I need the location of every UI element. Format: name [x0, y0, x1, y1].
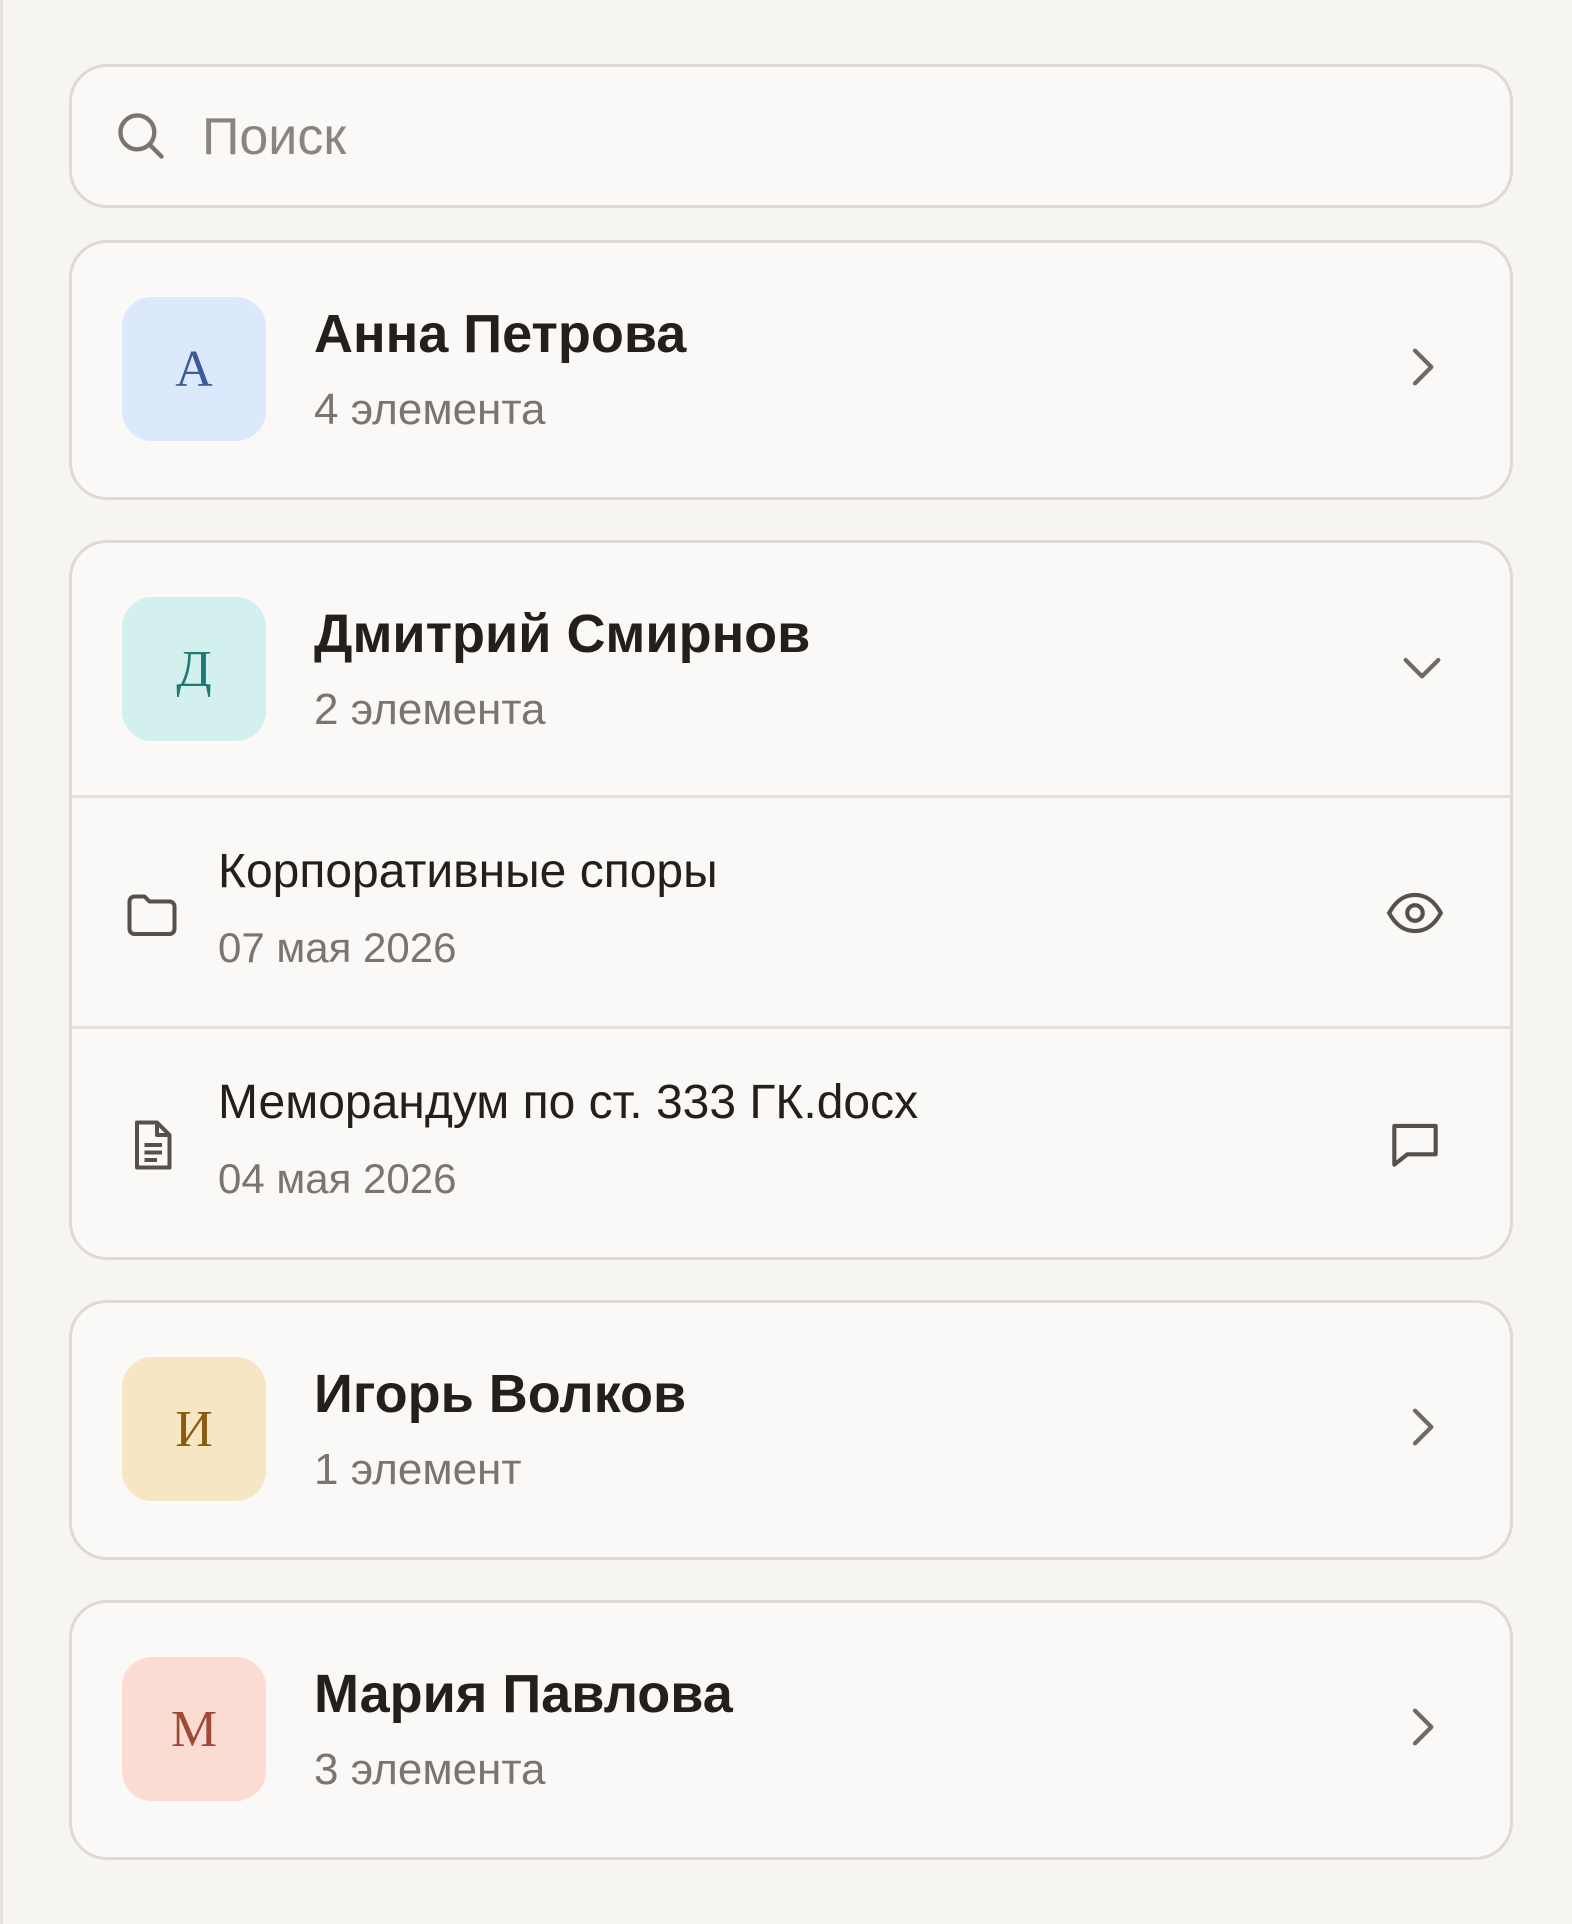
- chevron-down-icon[interactable]: [1394, 639, 1450, 695]
- client-header[interactable]: И Игорь Волков 1 элемент: [72, 1303, 1510, 1555]
- client-name: Анна Петрова: [314, 304, 687, 364]
- item-date: 07 мая 2026: [218, 924, 457, 971]
- client-card[interactable]: И Игорь Волков 1 элемент: [69, 1300, 1513, 1560]
- item-date: 04 мая 2026: [218, 1155, 457, 1202]
- folder-icon: [122, 884, 182, 944]
- clients-panel: А Анна Петрова 4 элемента Д Дмитрий Смир…: [0, 0, 1572, 1924]
- item-count: 3 элемента: [314, 1745, 546, 1794]
- item-count: 4 элемента: [314, 385, 546, 434]
- avatar: И: [122, 1357, 266, 1501]
- client-name: Мария Павлова: [314, 1664, 733, 1724]
- avatar: М: [122, 1657, 266, 1801]
- client-card[interactable]: А Анна Петрова 4 элемента: [69, 240, 1513, 500]
- search-bar[interactable]: [69, 64, 1513, 208]
- chevron-right-icon[interactable]: [1394, 339, 1450, 395]
- client-name: Игорь Волков: [314, 1364, 687, 1424]
- item-title: Меморандум по ст. 333 ГК.docx: [218, 1076, 919, 1129]
- client-header[interactable]: Д Дмитрий Смирнов 2 элемента: [72, 543, 1510, 795]
- client-header[interactable]: М Мария Павлова 3 элемента: [72, 1603, 1510, 1855]
- avatar: А: [122, 297, 266, 441]
- list-item[interactable]: Меморандум по ст. 333 ГК.docx 04 мая 202…: [72, 1026, 1510, 1254]
- client-card-expanded[interactable]: Д Дмитрий Смирнов 2 элемента Корпоративн…: [69, 540, 1513, 1260]
- client-card[interactable]: М Мария Павлова 3 элемента: [69, 1600, 1513, 1860]
- chevron-right-icon[interactable]: [1394, 1399, 1450, 1455]
- document-icon: [122, 1115, 182, 1175]
- eye-icon[interactable]: [1384, 882, 1446, 944]
- search-input[interactable]: [202, 97, 1482, 177]
- search-icon: [112, 107, 170, 165]
- item-title: Корпоративные споры: [218, 845, 718, 898]
- item-count: 2 элемента: [314, 685, 546, 734]
- client-header[interactable]: А Анна Петрова 4 элемента: [72, 243, 1510, 495]
- avatar: Д: [122, 597, 266, 741]
- client-name: Дмитрий Смирнов: [314, 604, 811, 664]
- chevron-right-icon[interactable]: [1394, 1699, 1450, 1755]
- list-item[interactable]: Корпоративные споры 07 мая 2026: [72, 798, 1510, 1026]
- item-count: 1 элемент: [314, 1445, 522, 1494]
- comment-icon[interactable]: [1384, 1113, 1446, 1175]
